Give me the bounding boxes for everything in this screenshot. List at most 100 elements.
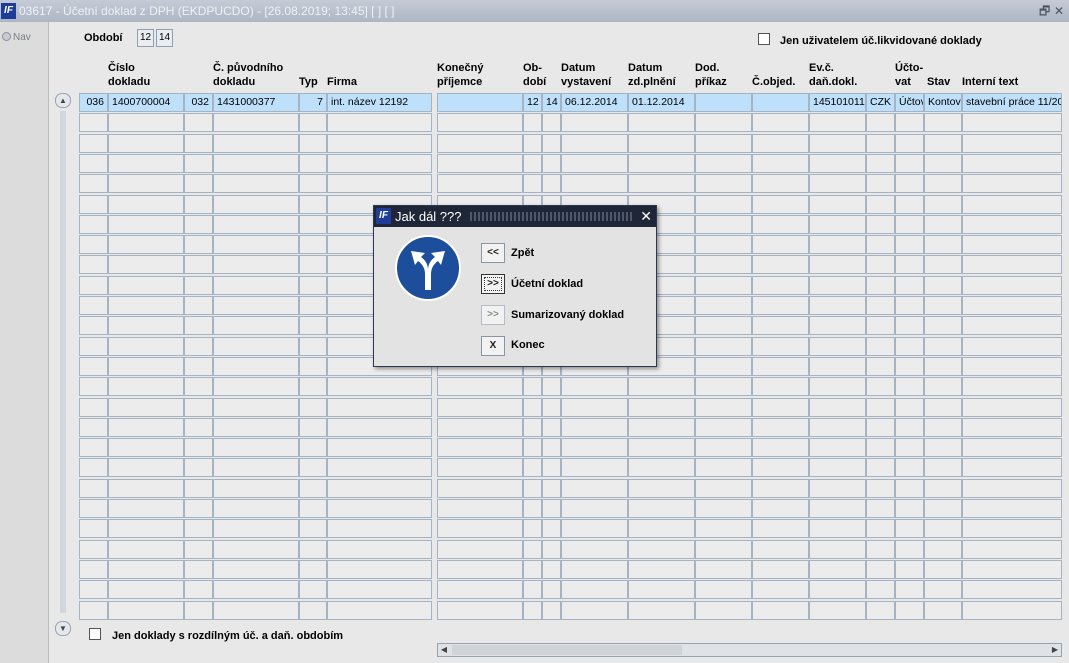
table-cell[interactable] (895, 276, 924, 295)
table-cell[interactable] (79, 215, 108, 234)
table-cell[interactable] (561, 479, 628, 498)
table-cell[interactable]: 036 (79, 93, 108, 112)
table-cell[interactable] (542, 174, 561, 193)
table-cell[interactable] (213, 235, 299, 254)
table-cell[interactable] (184, 276, 213, 295)
column-header[interactable]: Interní text (962, 75, 1018, 89)
table-cell[interactable] (213, 438, 299, 457)
table-cell[interactable] (809, 479, 866, 498)
table-cell[interactable] (752, 93, 809, 112)
table-cell[interactable] (327, 601, 432, 620)
table-cell[interactable] (809, 398, 866, 417)
column-header[interactable]: Datum vystavení (561, 61, 611, 89)
table-cell[interactable] (924, 398, 962, 417)
table-cell[interactable] (962, 560, 1062, 579)
table-cell[interactable]: Účtov (895, 93, 924, 112)
filter-different-period-checkbox[interactable] (89, 628, 101, 640)
table-cell[interactable] (752, 377, 809, 396)
table-cell[interactable] (924, 519, 962, 538)
table-cell[interactable] (213, 540, 299, 559)
nav-item[interactable]: Nav (2, 32, 31, 43)
table-cell[interactable] (866, 215, 895, 234)
table-cell[interactable] (327, 580, 432, 599)
table-cell[interactable] (628, 154, 695, 173)
table-cell[interactable] (561, 134, 628, 153)
table-cell[interactable] (327, 438, 432, 457)
table-cell[interactable] (299, 540, 327, 559)
table-cell[interactable] (299, 134, 327, 153)
table-cell[interactable] (327, 154, 432, 173)
table-cell[interactable] (299, 560, 327, 579)
dialog-close-button[interactable]: ✕ (640, 206, 652, 227)
table-cell[interactable] (523, 377, 542, 396)
table-cell[interactable] (962, 174, 1062, 193)
table-cell[interactable] (752, 438, 809, 457)
table-cell[interactable] (962, 235, 1062, 254)
table-cell[interactable] (924, 215, 962, 234)
table-cell[interactable] (213, 418, 299, 437)
table-cell[interactable] (327, 479, 432, 498)
table-cell[interactable] (695, 215, 752, 234)
table-cell[interactable] (895, 357, 924, 376)
table-cell[interactable] (752, 154, 809, 173)
table-cell[interactable] (213, 377, 299, 396)
table-cell[interactable] (962, 337, 1062, 356)
table-cell[interactable] (542, 134, 561, 153)
table-cell[interactable] (924, 276, 962, 295)
table-cell[interactable] (213, 113, 299, 132)
table-cell[interactable] (299, 418, 327, 437)
table-cell[interactable] (809, 601, 866, 620)
table-cell[interactable] (184, 215, 213, 234)
table-cell[interactable] (213, 357, 299, 376)
table-cell[interactable] (437, 418, 523, 437)
table-cell[interactable] (695, 398, 752, 417)
table-cell[interactable] (561, 580, 628, 599)
table-cell[interactable] (108, 519, 184, 538)
table-cell[interactable] (79, 479, 108, 498)
table-cell[interactable] (895, 438, 924, 457)
table-cell[interactable] (809, 154, 866, 173)
table-cell[interactable] (108, 195, 184, 214)
table-cell[interactable] (924, 479, 962, 498)
table-cell[interactable] (809, 337, 866, 356)
table-cell[interactable] (695, 134, 752, 153)
scroll-left-button[interactable]: ◀ (438, 644, 450, 656)
table-cell[interactable] (184, 580, 213, 599)
table-cell[interactable] (561, 174, 628, 193)
table-cell[interactable] (924, 134, 962, 153)
table-cell[interactable] (299, 398, 327, 417)
table-cell[interactable] (523, 134, 542, 153)
table-cell[interactable] (628, 134, 695, 153)
table-cell[interactable] (695, 113, 752, 132)
table-cell[interactable]: 14 (542, 93, 561, 112)
table-cell[interactable] (213, 519, 299, 538)
table-cell[interactable] (809, 215, 866, 234)
table-cell[interactable]: 01.12.2014 (628, 93, 695, 112)
table-cell[interactable] (213, 479, 299, 498)
table-cell[interactable] (327, 377, 432, 396)
table-cell[interactable] (437, 398, 523, 417)
table-cell[interactable] (523, 499, 542, 518)
column-header[interactable]: Datum zd.plnění (628, 61, 676, 89)
table-cell[interactable] (752, 560, 809, 579)
table-cell[interactable] (895, 134, 924, 153)
table-cell[interactable] (628, 113, 695, 132)
table-cell[interactable] (523, 601, 542, 620)
table-cell[interactable] (924, 377, 962, 396)
table-cell[interactable] (752, 580, 809, 599)
table-cell[interactable] (628, 519, 695, 538)
table-cell[interactable] (184, 540, 213, 559)
table-cell[interactable] (866, 195, 895, 214)
column-header[interactable]: Firma (327, 75, 357, 89)
table-cell[interactable] (561, 540, 628, 559)
table-cell[interactable] (299, 458, 327, 477)
table-cell[interactable] (79, 519, 108, 538)
table-cell[interactable] (299, 255, 327, 274)
table-cell[interactable] (752, 357, 809, 376)
table-cell[interactable] (895, 174, 924, 193)
table-cell[interactable] (108, 296, 184, 315)
table-cell[interactable] (327, 499, 432, 518)
table-cell[interactable] (184, 377, 213, 396)
table-cell[interactable] (962, 580, 1062, 599)
table-cell[interactable] (437, 174, 523, 193)
